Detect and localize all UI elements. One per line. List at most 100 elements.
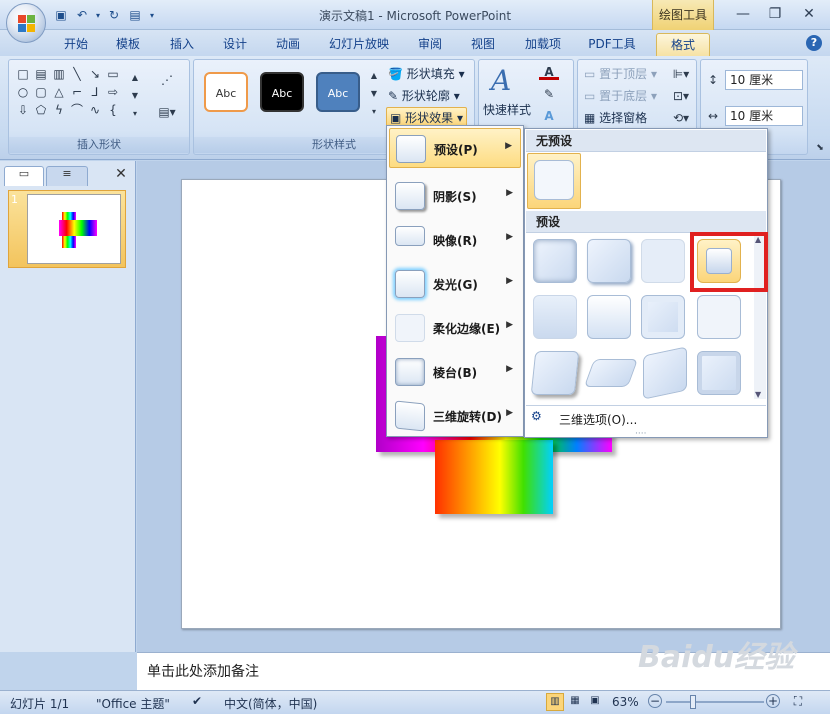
- quick-styles-button[interactable]: 快速样式: [483, 100, 531, 120]
- vertical-textbox-icon[interactable]: ▥: [51, 66, 67, 82]
- brace-shape-icon[interactable]: {: [105, 102, 121, 118]
- preset-1[interactable]: [533, 239, 577, 283]
- textbox-shape-icon[interactable]: ▤: [33, 66, 49, 82]
- preset-9[interactable]: [530, 351, 580, 395]
- no-preset-option[interactable]: [527, 153, 581, 209]
- send-back-button[interactable]: ▭ 置于底层 ▾: [584, 86, 657, 106]
- tab-home[interactable]: 开始: [56, 33, 96, 56]
- pentagon-shape-icon[interactable]: ⬠: [33, 102, 49, 118]
- shape-effects-button[interactable]: ▣ 形状效果 ▾: [386, 107, 468, 127]
- width-input[interactable]: 10 厘米: [725, 106, 803, 126]
- lightning-shape-icon[interactable]: ϟ: [51, 102, 67, 118]
- text-outline-icon[interactable]: ✎: [539, 86, 559, 102]
- tab-view[interactable]: 视图: [463, 33, 503, 56]
- menu-item-3d-rotation[interactable]: 三维旋转(D) ▶: [389, 396, 521, 436]
- height-input[interactable]: 10 厘米: [725, 70, 803, 90]
- close-pane-icon[interactable]: ✕: [112, 166, 130, 186]
- rectangle-shape-icon[interactable]: □: [15, 66, 31, 82]
- preset-5[interactable]: [533, 295, 577, 339]
- zoom-in-icon[interactable]: +: [766, 694, 780, 708]
- preset-11[interactable]: [643, 346, 687, 400]
- text-fill-icon[interactable]: A: [539, 64, 559, 80]
- text-effects-icon[interactable]: A: [539, 108, 559, 124]
- style-swatch-black[interactable]: Abc: [260, 72, 304, 112]
- elbow-arrow-icon[interactable]: ⅃: [87, 84, 103, 100]
- cross-shape-vertical-bar[interactable]: [435, 440, 553, 514]
- arrow-line-icon[interactable]: ↘: [87, 66, 103, 82]
- elbow-connector-icon[interactable]: ⌐: [69, 84, 85, 100]
- preset-7[interactable]: [641, 295, 685, 339]
- restore-button[interactable]: ❐: [762, 4, 788, 24]
- style-swatch-orange-outline[interactable]: Abc: [204, 72, 248, 112]
- dialog-launcher-icon[interactable]: ⬊: [812, 140, 828, 156]
- office-button[interactable]: [6, 3, 46, 43]
- selection-pane-button[interactable]: ▦ 选择窗格: [584, 108, 647, 128]
- tab-design[interactable]: 设计: [215, 33, 255, 56]
- styles-up-icon[interactable]: ▲: [366, 68, 382, 84]
- fit-window-icon[interactable]: ⛶: [790, 694, 806, 710]
- submenu-arrow-icon: ▶: [506, 232, 513, 242]
- sorter-view-icon[interactable]: ▦: [566, 693, 584, 711]
- group-icon[interactable]: ⊡▾: [670, 88, 692, 104]
- outline-tab-icon[interactable]: ≡: [46, 166, 88, 186]
- styles-down-icon[interactable]: ▼: [366, 86, 382, 102]
- shape-fill-button[interactable]: 🪣 形状填充 ▾: [388, 64, 465, 84]
- line-shape-icon[interactable]: ╲: [69, 66, 85, 82]
- freeform-shape-icon[interactable]: ∿: [87, 102, 103, 118]
- tab-review[interactable]: 审阅: [410, 33, 450, 56]
- style-swatch-blue[interactable]: Abc: [316, 72, 360, 112]
- arc-shape-icon[interactable]: ⌒: [69, 102, 85, 118]
- menu-item-reflection[interactable]: 映像(R) ▶: [389, 220, 521, 260]
- oval-shape-icon[interactable]: ○: [15, 84, 31, 100]
- preset-6[interactable]: [587, 295, 631, 339]
- preset-8[interactable]: [697, 295, 741, 339]
- zoom-slider-thumb[interactable]: [690, 695, 696, 709]
- menu-item-soft-edges[interactable]: 柔化边缘(E) ▶: [389, 308, 521, 348]
- menu-item-shadow[interactable]: 阴影(S) ▶: [389, 176, 521, 216]
- tab-insert[interactable]: 插入: [162, 33, 202, 56]
- normal-view-icon[interactable]: ▥: [546, 693, 564, 711]
- preset-2[interactable]: [587, 239, 631, 283]
- bring-front-button[interactable]: ▭ 置于顶层 ▾: [584, 64, 657, 84]
- tab-pdf-tools[interactable]: PDF工具: [582, 33, 642, 56]
- tab-addins[interactable]: 加载项: [516, 33, 570, 56]
- menu-item-glow[interactable]: 发光(G) ▶: [389, 264, 521, 304]
- theme-name[interactable]: "Office 主题": [96, 695, 170, 712]
- edit-shape-icon[interactable]: ⋰: [155, 72, 179, 88]
- help-icon[interactable]: ?: [806, 35, 822, 51]
- gallery-more-icon[interactable]: ▾: [127, 106, 143, 122]
- rect-outline-icon[interactable]: ▭: [105, 66, 121, 82]
- preset-3[interactable]: [641, 239, 685, 283]
- slideshow-view-icon[interactable]: ▣: [586, 693, 604, 711]
- rotate-icon[interactable]: ⟲▾: [670, 110, 692, 126]
- slides-tab-icon[interactable]: ▭: [4, 166, 44, 186]
- language-indicator[interactable]: 中文(简体，中国): [224, 695, 317, 712]
- zoom-out-icon[interactable]: −: [648, 694, 662, 708]
- spellcheck-icon[interactable]: ✔: [192, 694, 202, 708]
- shape-outline-button[interactable]: ✎ 形状轮廓 ▾: [388, 86, 460, 106]
- gallery-up-icon[interactable]: ▲: [127, 70, 143, 86]
- textbox-dropdown-icon[interactable]: ▤▾: [155, 104, 179, 120]
- menu-item-bevel[interactable]: 棱台(B) ▶: [389, 352, 521, 392]
- zoom-level[interactable]: 63%: [612, 695, 639, 709]
- tab-templates[interactable]: 模板: [108, 33, 148, 56]
- gallery-down-icon[interactable]: ▼: [127, 88, 143, 104]
- tab-animations[interactable]: 动画: [268, 33, 308, 56]
- scroll-down-icon[interactable]: ▼: [755, 390, 761, 399]
- triangle-shape-icon[interactable]: △: [51, 84, 67, 100]
- tab-slideshow[interactable]: 幻灯片放映: [322, 33, 396, 56]
- close-window-button[interactable]: ✕: [796, 4, 822, 24]
- menu-item-preset[interactable]: 预设(P) ▶: [389, 128, 521, 168]
- 3d-options-menu-item[interactable]: 三维选项(O)...: [559, 411, 637, 428]
- preset-12[interactable]: [697, 351, 741, 395]
- rounded-rect-icon[interactable]: ▢: [33, 84, 49, 100]
- minimize-button[interactable]: —: [730, 4, 756, 24]
- tab-format[interactable]: 格式: [656, 33, 710, 56]
- styles-more-icon[interactable]: ▾: [366, 104, 382, 120]
- preset-10[interactable]: [583, 359, 639, 387]
- down-arrow-shape-icon[interactable]: ⇩: [15, 102, 31, 118]
- zoom-slider-track[interactable]: [666, 701, 764, 703]
- right-arrow-shape-icon[interactable]: ⇨: [105, 84, 121, 100]
- resize-grip-icon[interactable]: ····: [635, 429, 646, 439]
- align-icon[interactable]: ⊫▾: [670, 66, 692, 82]
